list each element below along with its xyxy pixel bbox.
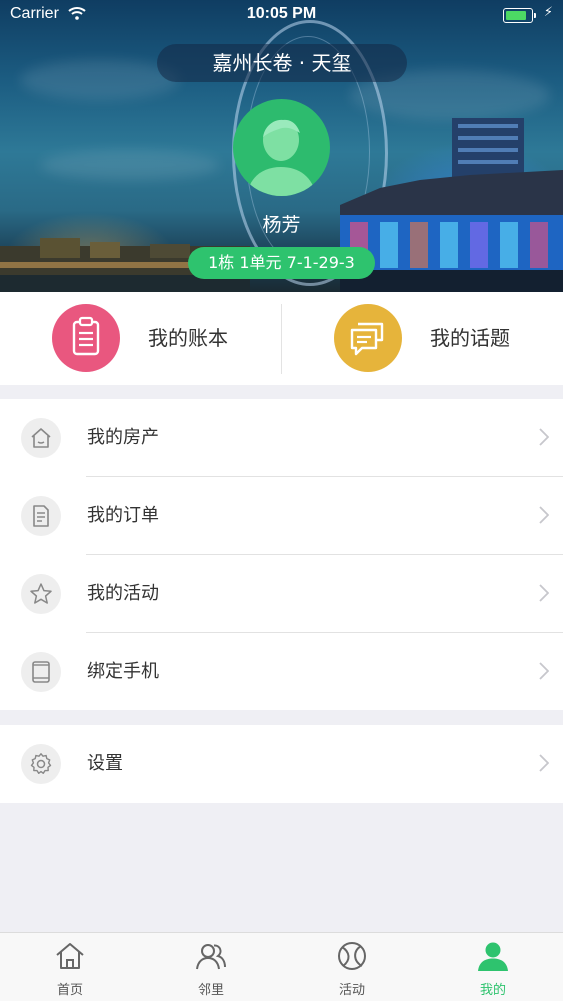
tab-label: 我的 bbox=[479, 983, 506, 998]
avatar[interactable] bbox=[233, 99, 330, 196]
tab-activities[interactable]: 活动 bbox=[282, 933, 422, 1001]
my-ledger-label: 我的账本 bbox=[148, 326, 228, 350]
clock: 10:05 PM bbox=[246, 5, 317, 22]
community-selector[interactable]: 嘉州长卷 · 天玺 bbox=[157, 44, 407, 82]
battery-icon bbox=[503, 8, 536, 23]
status-bar: Carrier 10:05 PM ⚡ bbox=[0, 0, 563, 30]
tab-label: 活动 bbox=[338, 983, 365, 998]
avatar-person-icon bbox=[247, 119, 316, 196]
menu-group-settings: 设置 bbox=[0, 725, 563, 803]
my-topics-button[interactable]: 我的话题 bbox=[282, 292, 563, 385]
tab-label: 邻里 bbox=[197, 983, 224, 998]
tab-bar: 首页 邻里 活动 我的 bbox=[0, 932, 563, 1001]
menu-item-my-activities[interactable]: 我的活动 bbox=[0, 555, 563, 633]
menu-item-label: 我的订单 bbox=[87, 505, 159, 526]
tab-home[interactable]: 首页 bbox=[0, 933, 140, 1001]
my-topics-label: 我的话题 bbox=[430, 326, 510, 350]
menu-item-settings[interactable]: 设置 bbox=[0, 725, 563, 803]
menu-item-bind-phone[interactable]: 绑定手机 bbox=[0, 633, 563, 711]
menu-item-my-property[interactable]: 我的房产 bbox=[0, 399, 563, 477]
chevron-right-icon bbox=[539, 428, 549, 446]
charging-icon: ⚡ bbox=[543, 5, 553, 20]
menu-item-label: 设置 bbox=[87, 753, 123, 774]
quick-actions: 我的账本 我的话题 bbox=[0, 292, 563, 385]
menu-item-my-orders[interactable]: 我的订单 bbox=[0, 477, 563, 555]
tab-neighbors[interactable]: 邻里 bbox=[141, 933, 281, 1001]
tab-mine[interactable]: 我的 bbox=[423, 933, 563, 1001]
house-icon bbox=[21, 418, 61, 458]
gear-icon bbox=[21, 744, 61, 784]
menu-item-label: 绑定手机 bbox=[87, 661, 159, 682]
clipboard-icon bbox=[52, 304, 120, 372]
chevron-right-icon bbox=[539, 754, 549, 772]
chevron-right-icon bbox=[539, 662, 549, 680]
menu-item-label: 我的活动 bbox=[87, 583, 159, 604]
neighbors-icon bbox=[196, 944, 226, 970]
menu-item-label: 我的房产 bbox=[87, 427, 159, 448]
my-ledger-button[interactable]: 我的账本 bbox=[0, 292, 281, 385]
user-name: 杨芳 bbox=[262, 214, 301, 236]
address-badge: 1栋 1单元 7-1-29-3 bbox=[188, 247, 375, 279]
phone-icon bbox=[21, 652, 61, 692]
menu-group-account: 我的房产 我的订单 我的活动 绑定手机 bbox=[0, 399, 563, 710]
chevron-right-icon bbox=[539, 584, 549, 602]
profile-header: Carrier 10:05 PM ⚡ 嘉州长卷 · 天玺 杨芳 1栋 1单元 7… bbox=[0, 0, 563, 292]
tab-label: 首页 bbox=[56, 983, 83, 998]
home-icon bbox=[56, 943, 84, 969]
person-icon bbox=[478, 942, 508, 971]
ball-icon bbox=[338, 942, 366, 970]
star-icon bbox=[21, 574, 61, 614]
document-icon bbox=[21, 496, 61, 536]
chevron-right-icon bbox=[539, 506, 549, 524]
chat-bubbles-icon bbox=[334, 304, 402, 372]
